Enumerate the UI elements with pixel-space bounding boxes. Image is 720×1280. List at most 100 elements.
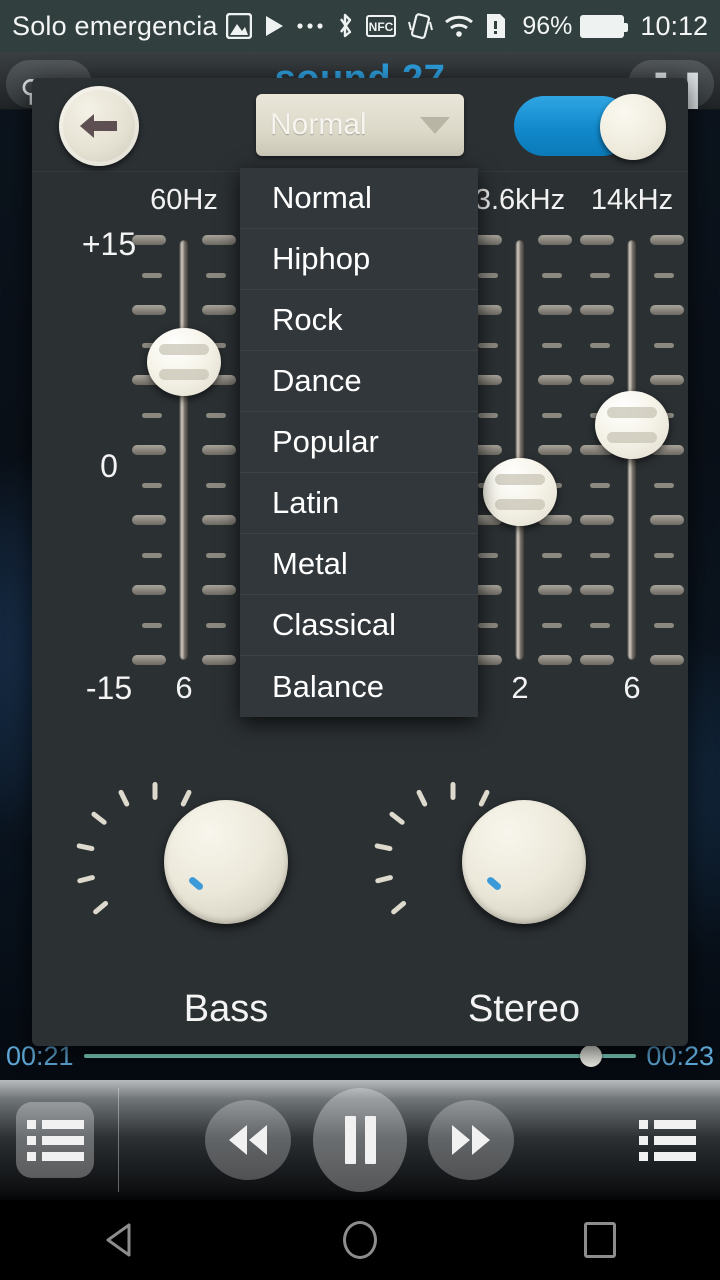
eq-slider-tick: [542, 343, 562, 348]
knob-scale-tick: [90, 810, 108, 826]
knob-row: Bass Stereo: [32, 762, 688, 1042]
preset-option-popular[interactable]: Popular: [240, 412, 478, 473]
svg-text:NFC: NFC: [368, 20, 393, 34]
eq-slider-thumb[interactable]: [595, 390, 669, 459]
bass-knob-area[interactable]: [76, 762, 326, 962]
stereo-knob-label: Stereo: [468, 988, 580, 1030]
eq-slider-tick: [132, 305, 166, 315]
home-circle-icon[interactable]: [300, 1200, 420, 1280]
bass-knob-group: Bass: [62, 762, 390, 1031]
eq-slider-tick: [590, 343, 610, 348]
eq-slider-ticks: [468, 235, 572, 665]
knob-scale-tick: [92, 899, 110, 916]
bass-knob-indicator: [187, 875, 205, 892]
screen: sound 27 ⚲ ▌▐ 00:21 00:23: [0, 0, 720, 1280]
eq-slider-tick: [538, 375, 572, 385]
transport-bar: [0, 1080, 720, 1200]
vibrate-icon: [407, 12, 433, 40]
pause-icon[interactable]: [313, 1088, 407, 1192]
eq-slider-thumb[interactable]: [483, 458, 557, 526]
back-button[interactable]: [59, 86, 139, 166]
preset-option-latin[interactable]: Latin: [240, 473, 478, 534]
eq-slider-tick: [580, 585, 614, 595]
knob-scale-tick: [152, 782, 158, 800]
preset-option-dance[interactable]: Dance: [240, 351, 478, 412]
preset-option-normal[interactable]: Normal: [240, 168, 478, 229]
eq-slider-tick: [538, 585, 572, 595]
more-icon: [296, 22, 324, 30]
knob-scale-tick: [390, 899, 408, 916]
eq-band-frequency-label: 3.6kHz: [474, 184, 566, 216]
screenshot-icon: [225, 13, 252, 39]
playlist-icon[interactable]: [16, 1102, 94, 1178]
knob-scale-tick: [477, 789, 491, 808]
eq-slider-tick: [142, 483, 162, 488]
eq-slider-tick: [142, 273, 162, 278]
eq-band-value: 2: [511, 670, 529, 705]
eq-slider-tick: [542, 623, 562, 628]
bass-knob[interactable]: [164, 800, 288, 924]
equalizer-power-toggle[interactable]: [514, 94, 666, 160]
eq-slider-tick: [590, 273, 610, 278]
queue-icon[interactable]: [632, 1106, 702, 1174]
seek-track[interactable]: [83, 1045, 637, 1067]
eq-slider-tick: [654, 553, 674, 558]
preset-spinner[interactable]: Normal: [256, 94, 464, 156]
eq-slider-tick: [542, 273, 562, 278]
eq-band-3: 3.6kHz 2: [464, 172, 576, 732]
eq-slider-tick: [654, 343, 674, 348]
eq-slider-tick: [538, 305, 572, 315]
eq-slider-tick: [590, 483, 610, 488]
sim-icon: [485, 13, 507, 39]
eq-slider-tick: [590, 553, 610, 558]
stereo-knob[interactable]: [462, 800, 586, 924]
eq-slider-tick: [206, 553, 226, 558]
seek-thumb[interactable]: [580, 1045, 603, 1067]
preset-option-classical[interactable]: Classical: [240, 595, 478, 656]
eq-slider-tick: [538, 445, 572, 455]
knob-scale-tick: [179, 789, 193, 808]
nfc-icon: NFC: [365, 14, 396, 38]
eq-slider-tick: [142, 553, 162, 558]
preset-option-balance[interactable]: Balance: [240, 656, 478, 717]
eq-slider-tick: [650, 515, 684, 525]
fast-forward-icon[interactable]: [428, 1100, 514, 1180]
play-icon: [263, 14, 285, 38]
preset-option-rock[interactable]: Rock: [240, 290, 478, 351]
eq-band-slider[interactable]: [132, 235, 236, 665]
eq-slider-ticks: [132, 235, 236, 665]
eq-slider-tick: [202, 305, 236, 315]
eq-slider-tick: [580, 655, 614, 665]
eq-band-value: 6: [623, 670, 641, 705]
eq-slider-thumb[interactable]: [147, 327, 221, 396]
knob-scale-tick: [415, 789, 429, 808]
back-arrow-icon: [80, 114, 117, 138]
chevron-down-icon: [420, 116, 450, 134]
carrier-label: Solo emergencia: [12, 10, 218, 41]
eq-slider-tick: [654, 623, 674, 628]
stereo-knob-area[interactable]: [374, 762, 624, 962]
wifi-icon: [444, 14, 474, 38]
toggle-knob[interactable]: [600, 94, 666, 160]
recents-square-icon[interactable]: [540, 1200, 660, 1280]
knob-scale-tick: [450, 782, 456, 800]
eq-band-frequency-label: 14kHz: [590, 184, 674, 216]
rewind-icon[interactable]: [205, 1100, 291, 1180]
preset-option-hiphop[interactable]: Hiphop: [240, 229, 478, 290]
eq-slider-tick: [132, 235, 166, 245]
eq-slider-tick: [538, 235, 572, 245]
eq-slider-tick: [654, 483, 674, 488]
preset-spinner-label: Normal: [270, 108, 367, 141]
eq-slider-tick: [650, 585, 684, 595]
eq-slider-tick: [202, 235, 236, 245]
eq-slider-tick: [206, 273, 226, 278]
preset-dropdown-list[interactable]: Normal Hiphop Rock Dance Popular Latin Metal Cl…: [240, 168, 478, 717]
eq-band-slider[interactable]: [468, 235, 572, 665]
eq-band-0: 60Hz 6: [128, 172, 240, 732]
eq-slider-tick: [202, 445, 236, 455]
preset-option-metal[interactable]: Metal: [240, 534, 478, 595]
eq-slider-tick: [478, 273, 498, 278]
back-triangle-icon[interactable]: [60, 1200, 180, 1280]
knob-scale-tick: [117, 789, 131, 808]
eq-band-slider[interactable]: [580, 235, 684, 665]
